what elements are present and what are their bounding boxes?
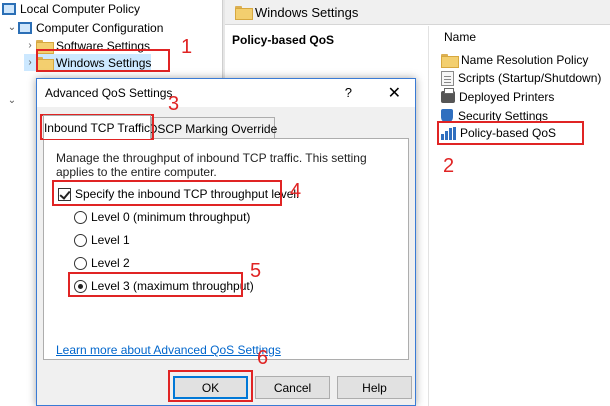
radio-button[interactable] <box>74 256 87 270</box>
computer-policy-icon <box>2 2 16 15</box>
annotation-number: 1 <box>181 36 193 58</box>
help-icon[interactable]: ? <box>345 85 352 100</box>
list-item-name-resolution-policy[interactable]: Name Resolution Policy <box>441 51 588 69</box>
radio-label: Level 0 (minimum throughput) <box>91 210 251 224</box>
radio-label: Level 2 <box>91 256 130 270</box>
tree-item-label: Local Computer Policy <box>20 1 141 16</box>
annotation-number: 6 <box>257 347 269 369</box>
header-title: Windows Settings <box>255 4 359 20</box>
pane-title: Policy-based QoS <box>232 33 335 47</box>
column-header-name[interactable]: Name <box>444 30 476 44</box>
chevron-down-icon[interactable]: ⌄ <box>6 95 18 106</box>
radio-label: Level 1 <box>91 233 130 247</box>
dialog-title: Advanced QoS Settings <box>45 86 173 100</box>
close-icon[interactable]: ✕ <box>388 83 401 103</box>
help-button[interactable]: Help <box>337 376 412 399</box>
list-item-label: Name Resolution Policy <box>461 53 589 67</box>
tree-item-label: Computer Configuration <box>36 20 164 35</box>
advanced-qos-dialog: Advanced QoS Settings ? ✕ Inbound TCP Tr… <box>36 78 416 406</box>
annotation-number: 5 <box>250 260 262 282</box>
tab-dscp-marking-override[interactable]: DSCP Marking Override <box>149 117 277 139</box>
list-item-label: Scripts (Startup/Shutdown) <box>458 71 602 85</box>
radio-level-2[interactable]: Level 2 <box>74 256 130 270</box>
radio-button[interactable] <box>74 210 87 224</box>
radio-button[interactable] <box>74 233 87 247</box>
dialog-titlebar[interactable]: Advanced QoS Settings ? ✕ <box>37 79 415 107</box>
annotation-box-1 <box>36 49 170 72</box>
annotation-number: 2 <box>443 155 455 177</box>
list-item-scripts[interactable]: Scripts (Startup/Shutdown) <box>441 69 601 87</box>
list-item-label: Deployed Printers <box>459 90 555 104</box>
tree-item-local-computer-policy[interactable]: Local Computer Policy <box>2 0 140 17</box>
items-list: Name Name Resolution Policy Scripts (Sta… <box>428 26 610 406</box>
learn-more-link[interactable]: Learn more about Advanced QoS Settings <box>56 343 281 357</box>
tab-description: Manage the throughput of inbound TCP tra… <box>56 151 367 179</box>
cancel-button[interactable]: Cancel <box>255 376 330 399</box>
chevron-down-icon[interactable]: ⌄ <box>6 22 18 33</box>
tab-inbound-tcp-traffic[interactable]: Inbound TCP Traffic <box>43 115 151 139</box>
annotation-box-6 <box>168 370 253 402</box>
folder-icon <box>235 6 253 20</box>
annotation-number: 3 <box>168 93 180 115</box>
radio-level-1[interactable]: Level 1 <box>74 233 130 247</box>
chevron-right-icon[interactable]: › <box>24 40 36 51</box>
folder-icon <box>441 54 459 68</box>
tree-item-computer-configuration[interactable]: ⌄ Computer Configuration <box>6 19 164 36</box>
script-icon <box>441 70 454 86</box>
list-item-deployed-printers[interactable]: Deployed Printers <box>441 88 554 106</box>
tab-panel: Manage the throughput of inbound TCP tra… <box>43 138 409 360</box>
radio-level-0[interactable]: Level 0 (minimum throughput) <box>74 210 250 224</box>
annotation-number: 4 <box>290 180 302 202</box>
tree-item-collapsed[interactable]: ⌄ <box>6 92 18 109</box>
annotation-box-5 <box>68 272 243 297</box>
annotation-box-4 <box>52 180 282 206</box>
annotation-box-2 <box>437 121 584 145</box>
computer-icon <box>18 21 32 34</box>
details-header: Windows Settings <box>225 0 610 25</box>
printer-icon <box>441 88 455 103</box>
chevron-right-icon[interactable]: › <box>24 57 36 68</box>
